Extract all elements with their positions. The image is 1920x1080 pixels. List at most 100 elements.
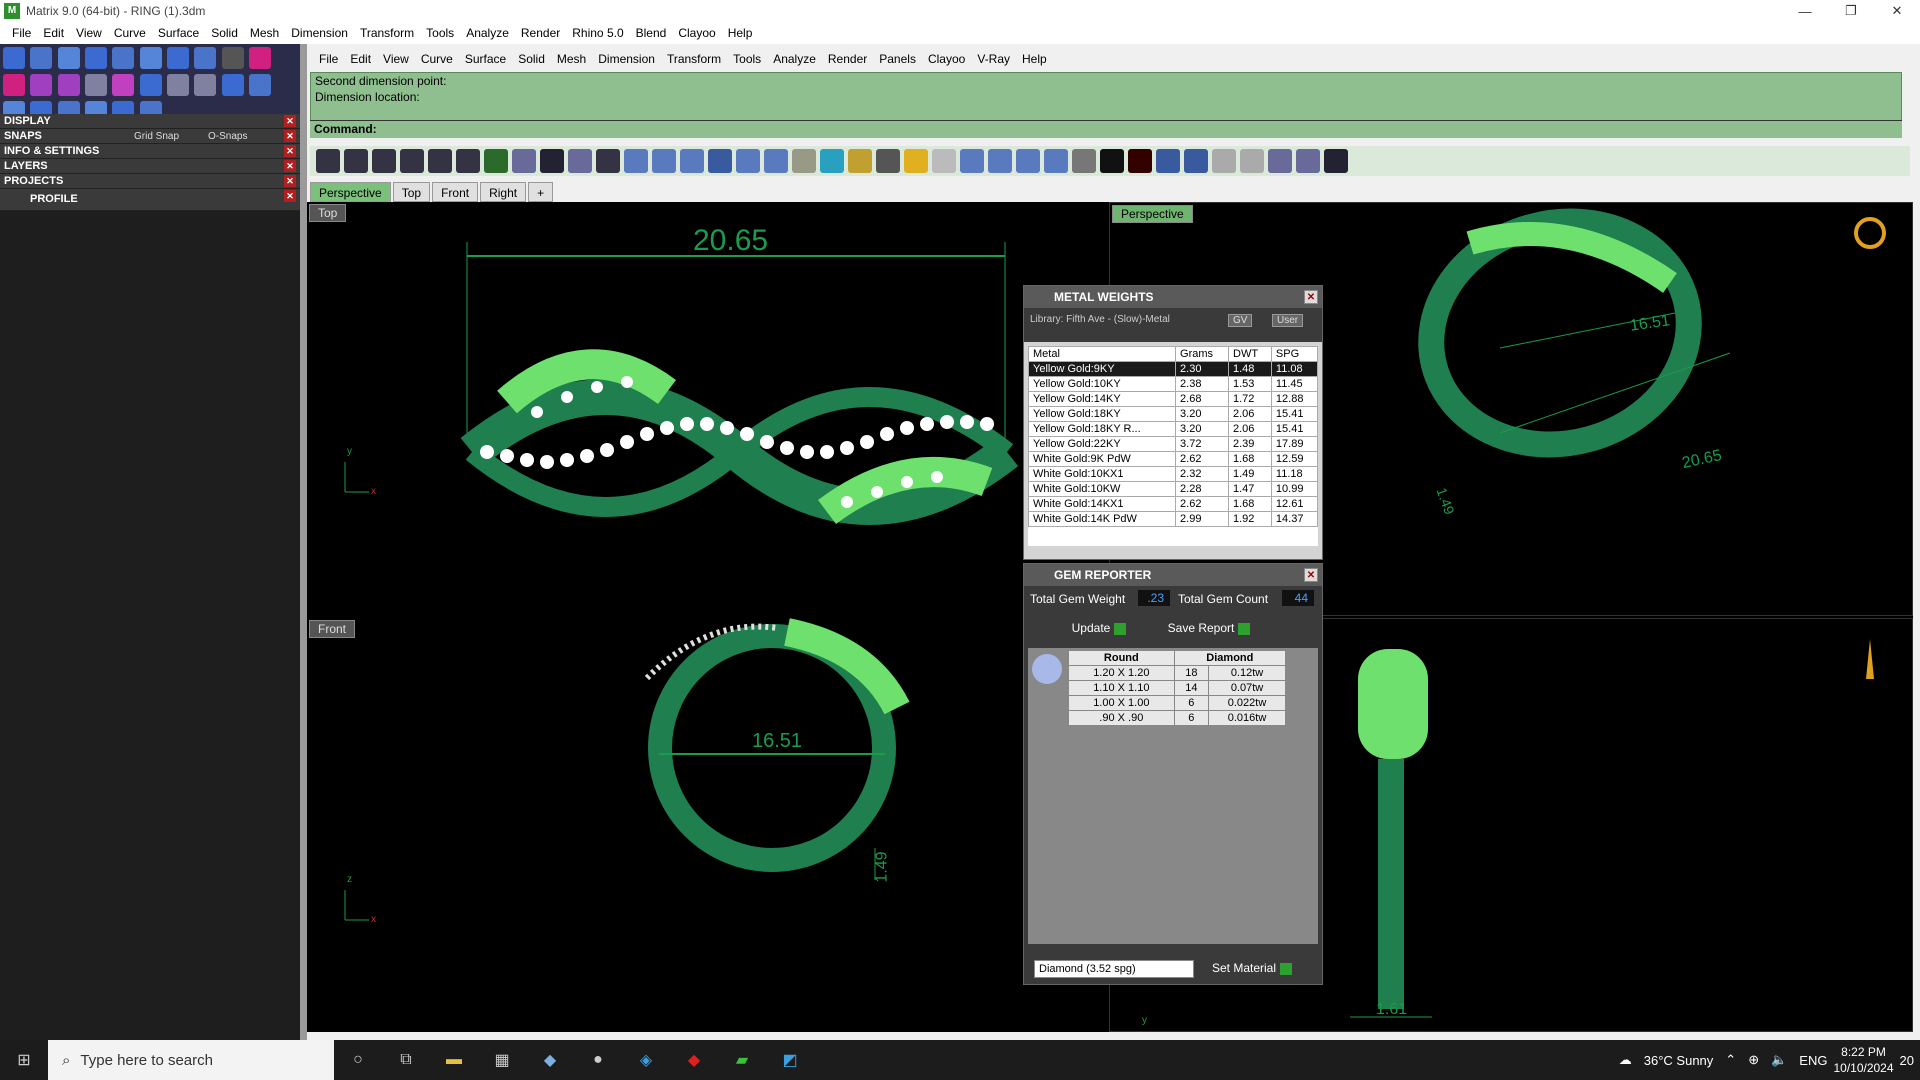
- axis-tool-icon[interactable]: [512, 149, 536, 173]
- menu-edit[interactable]: Edit: [37, 26, 70, 40]
- pdf-icon[interactable]: ◆: [670, 1040, 718, 1080]
- molecule-icon[interactable]: [736, 149, 760, 173]
- scissors-tool-icon[interactable]: [167, 74, 190, 96]
- menu-blend[interactable]: Blend: [630, 26, 673, 40]
- menu2-render[interactable]: Render: [822, 52, 873, 66]
- close-icon[interactable]: ✕: [284, 145, 296, 157]
- table-row[interactable]: Yellow Gold:9KY 2.30 1.48 11.08: [1028, 361, 1318, 377]
- menu2-help[interactable]: Help: [1016, 52, 1053, 66]
- network-icon[interactable]: ⊕: [1748, 1052, 1759, 1068]
- section-profile[interactable]: PROFILE ✕: [0, 189, 300, 211]
- pave-tool-icon[interactable]: [428, 149, 452, 173]
- menu2-view[interactable]: View: [377, 52, 415, 66]
- close-icon[interactable]: ✕: [1304, 568, 1318, 582]
- table-row[interactable]: Yellow Gold:18KY 3.20 2.06 15.41: [1028, 406, 1318, 422]
- menu2-analyze[interactable]: Analyze: [767, 52, 822, 66]
- column-dwt[interactable]: DWT: [1228, 346, 1272, 362]
- point-tool-icon[interactable]: [249, 47, 272, 69]
- viewport-front[interactable]: Front 16.51 1.49 z x: [307, 618, 1107, 1032]
- windows-start-icon[interactable]: ⊞: [0, 1040, 48, 1080]
- section-info-settings[interactable]: INFO & SETTINGS ✕: [0, 144, 300, 159]
- curve-tool-icon[interactable]: [30, 47, 53, 69]
- table-row[interactable]: Yellow Gold:14KY 2.68 1.72 12.88: [1028, 391, 1318, 407]
- notification-badge[interactable]: 20: [1900, 1053, 1914, 1068]
- table-row[interactable]: Yellow Gold:22KY 3.72 2.39 17.89: [1028, 436, 1318, 452]
- ring-tool-icon[interactable]: [194, 47, 217, 69]
- check-tool-icon[interactable]: [139, 74, 162, 96]
- menu-clayoo[interactable]: Clayoo: [672, 26, 721, 40]
- menu-transform[interactable]: Transform: [354, 26, 420, 40]
- clock[interactable]: 8:22 PM 10/10/2024: [1833, 1044, 1893, 1076]
- save-icon[interactable]: [792, 149, 816, 173]
- menu2-panels[interactable]: Panels: [873, 52, 922, 66]
- close-icon[interactable]: ✕: [1304, 290, 1318, 304]
- x-tool-icon[interactable]: [1128, 149, 1152, 173]
- table-row[interactable]: White Gold:10KW 2.28 1.47 10.99: [1028, 481, 1318, 497]
- menu2-surface[interactable]: Surface: [459, 52, 512, 66]
- lock-icon[interactable]: [1212, 149, 1236, 173]
- column-spg[interactable]: SPG: [1270, 346, 1318, 362]
- tab-top[interactable]: Top: [392, 182, 431, 202]
- menu-tools[interactable]: Tools: [420, 26, 460, 40]
- volume-icon[interactable]: 🔈: [1771, 1052, 1787, 1068]
- menu-help[interactable]: Help: [722, 26, 759, 40]
- menu-mesh[interactable]: Mesh: [244, 26, 285, 40]
- cluster-tool-icon[interactable]: [708, 149, 732, 173]
- column-grams[interactable]: Grams: [1175, 346, 1229, 362]
- table-row[interactable]: .90 X .90 6 0.016tw: [1068, 710, 1286, 726]
- arc-tool-icon[interactable]: [85, 47, 108, 69]
- split-tool-icon[interactable]: [112, 74, 135, 96]
- menu2-vray[interactable]: V-Ray: [971, 52, 1016, 66]
- section-projects[interactable]: PROJECTS ✕: [0, 174, 300, 189]
- p-tool-icon[interactable]: [456, 149, 480, 173]
- panel-splitter[interactable]: [300, 44, 307, 1040]
- unlock-icon[interactable]: [1240, 149, 1264, 173]
- menu2-tools[interactable]: Tools: [727, 52, 767, 66]
- network-icon[interactable]: [764, 149, 788, 173]
- menu-file[interactable]: File: [6, 26, 37, 40]
- table-row[interactable]: 1.20 X 1.20 18 0.12tw: [1068, 665, 1286, 681]
- app-icon[interactable]: ◆: [526, 1040, 574, 1080]
- menu2-edit[interactable]: Edit: [344, 52, 377, 66]
- move-point-tool-icon[interactable]: [3, 74, 25, 96]
- taskbar-search[interactable]: ⌕ Type here to search: [48, 1040, 334, 1080]
- table-row[interactable]: Yellow Gold:10KY 2.38 1.53 11.45: [1028, 376, 1318, 392]
- arrow-split-icon[interactable]: [1044, 149, 1068, 173]
- restore-button[interactable]: ❐: [1828, 0, 1874, 22]
- app-icon[interactable]: ◈: [622, 1040, 670, 1080]
- wave-icon[interactable]: [1184, 149, 1208, 173]
- close-icon[interactable]: ✕: [284, 190, 296, 202]
- menu-rhino[interactable]: Rhino 5.0: [566, 26, 629, 40]
- table-row[interactable]: Yellow Gold:18KY R... 3.20 2.06 15.41: [1028, 421, 1318, 437]
- table-row[interactable]: White Gold:10KX1 2.32 1.49 11.18: [1028, 466, 1318, 482]
- line-tool-icon[interactable]: [30, 74, 53, 96]
- menu2-solid[interactable]: Solid: [512, 52, 551, 66]
- calculator-icon[interactable]: ▦: [478, 1040, 526, 1080]
- menu-curve[interactable]: Curve: [108, 26, 152, 40]
- cube-icon[interactable]: [1156, 149, 1180, 173]
- menu-dimension[interactable]: Dimension: [285, 26, 354, 40]
- close-icon[interactable]: ✕: [284, 130, 296, 142]
- menu2-clayoo[interactable]: Clayoo: [922, 52, 971, 66]
- weather-text[interactable]: 36°C Sunny: [1644, 1053, 1714, 1068]
- app-icon[interactable]: ◩: [766, 1040, 814, 1080]
- set-material-button[interactable]: Set Material: [1202, 960, 1302, 978]
- texture-icon[interactable]: [1072, 149, 1096, 173]
- gv-toggle[interactable]: GV: [1228, 314, 1253, 327]
- chevron-up-icon[interactable]: ⌃: [1725, 1052, 1736, 1068]
- cortana-icon[interactable]: ○: [334, 1040, 382, 1080]
- arrow-down-icon[interactable]: [988, 149, 1012, 173]
- box-tool-icon[interactable]: [139, 47, 162, 69]
- material-select[interactable]: Diamond (3.52 spg): [1034, 960, 1194, 978]
- tab-right[interactable]: Right: [480, 182, 527, 202]
- fe-tool-icon[interactable]: [596, 149, 620, 173]
- o-snaps-label[interactable]: O-Snaps: [208, 129, 247, 144]
- save-report-button[interactable]: Save Report: [1154, 620, 1264, 638]
- move-tool-icon[interactable]: [221, 74, 244, 96]
- report-icon[interactable]: [904, 149, 928, 173]
- menu-analyze[interactable]: Analyze: [460, 26, 515, 40]
- menu2-dimension[interactable]: Dimension: [592, 52, 661, 66]
- task-view-icon[interactable]: ⧉: [382, 1040, 430, 1080]
- viewport-top[interactable]: Top 20.65 y x: [307, 202, 1107, 616]
- tab-perspective[interactable]: Perspective: [310, 182, 391, 202]
